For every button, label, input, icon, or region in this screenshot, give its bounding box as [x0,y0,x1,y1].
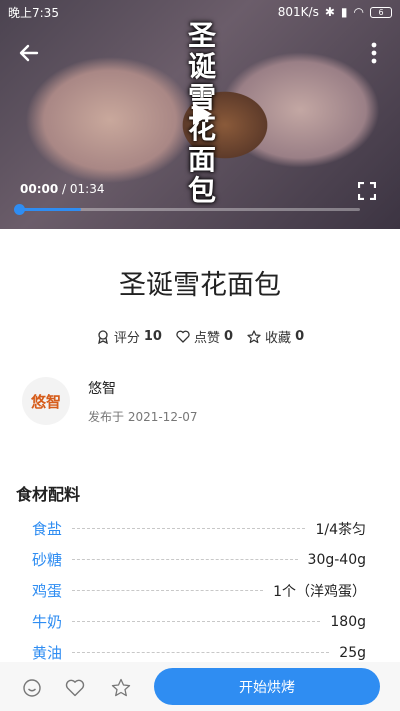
video-player[interactable]: 圣诞雪花面包 00:00 / 01:34 [0,0,400,229]
dotted-leader [72,590,264,591]
author-card[interactable]: 悠智 悠智 发布于 2021-12-07 [22,377,198,425]
video-progress-bar[interactable] [20,208,360,211]
heart-icon [176,330,190,343]
recipe-title: 圣诞雪花面包 [119,270,281,301]
battery-level: 6 [378,7,384,17]
ingredient-name[interactable]: 牛奶 [32,611,62,632]
play-icon[interactable] [190,101,214,127]
author-info: 悠智 发布于 2021-12-07 [88,378,198,425]
duration: 01:34 [69,182,105,196]
ingredient-qty: 1个（洋鸡蛋） [273,583,366,600]
bluetooth-icon: ✱ [324,5,335,19]
ingredients-list: 食盐 1/4茶匀 砂糖 30g-40g 鸡蛋 1个（洋鸡蛋） 牛奶 180g 黄… [32,513,366,668]
time-separator: / [58,182,70,196]
fullscreen-icon[interactable] [358,182,376,200]
star-icon [247,329,261,343]
ingredient-row: 牛奶 180g [32,606,366,637]
medal-icon [98,329,108,344]
ingredient-name[interactable]: 鸡蛋 [32,580,62,601]
video-progress-thumb[interactable] [14,204,25,215]
current-time: 00:00 [20,182,59,196]
likes-stat: 点赞 0 [176,327,233,346]
signal-icon: ▮ [340,5,348,19]
like-heart-icon[interactable] [65,678,85,698]
recipe-stats: 评分 10 点赞 0 收藏 0 [0,327,400,346]
ingredient-qty: 180g [330,613,366,630]
ingredient-qty: 1/4茶匀 [315,521,366,538]
favorites-value: 0 [295,329,305,344]
network-speed: 801K/s [277,5,319,19]
score-label: 评分 [113,331,140,346]
dotted-leader [72,528,306,529]
ingredient-name[interactable]: 黄油 [32,642,62,663]
recipe-content[interactable]: 圣诞雪花面包 评分 10 点赞 0 收藏 0 悠智 悠智 发布于 2021-12… [0,229,400,662]
likes-value: 0 [224,329,234,344]
score-stat: 评分 10 [96,327,162,346]
author-name[interactable]: 悠智 [88,378,198,398]
avatar[interactable]: 悠智 [22,377,70,425]
more-vert-icon[interactable] [366,40,382,66]
publish-date: 发布于 2021-12-07 [88,409,198,424]
start-baking-button[interactable]: 开始烘烤 [154,668,380,705]
ingredient-name[interactable]: 食盐 [32,518,62,539]
status-bar: 晚上7:35 801K/s ✱ ▮ ◠ 6 [0,0,400,24]
back-arrow-icon[interactable] [16,40,42,66]
ingredient-qty: 30g-40g [307,551,366,568]
ingredient-qty: 25g [339,644,366,661]
comment-icon[interactable] [22,678,42,698]
ingredients-heading: 食材配料 [16,485,81,504]
dotted-leader [72,621,321,622]
wifi-icon: ◠ [353,5,364,19]
avatar-text: 悠智 [30,392,61,411]
video-time: 00:00 / 01:34 [20,182,104,196]
ingredient-row: 食盐 1/4茶匀 [32,513,366,544]
ingredient-row: 砂糖 30g-40g [32,544,366,575]
video-progress-fill [20,208,82,211]
dotted-leader [72,559,298,560]
score-value: 10 [143,329,162,344]
favorites-stat: 收藏 0 [247,327,304,346]
likes-label: 点赞 [193,331,220,346]
status-time: 晚上7:35 [8,5,59,20]
ingredient-row: 鸡蛋 1个（洋鸡蛋） [32,575,366,606]
battery-icon: 6 [370,6,392,18]
dotted-leader [72,652,330,653]
favorite-star-icon[interactable] [111,678,131,698]
favorites-label: 收藏 [265,331,292,346]
ingredient-name[interactable]: 砂糖 [32,549,62,570]
